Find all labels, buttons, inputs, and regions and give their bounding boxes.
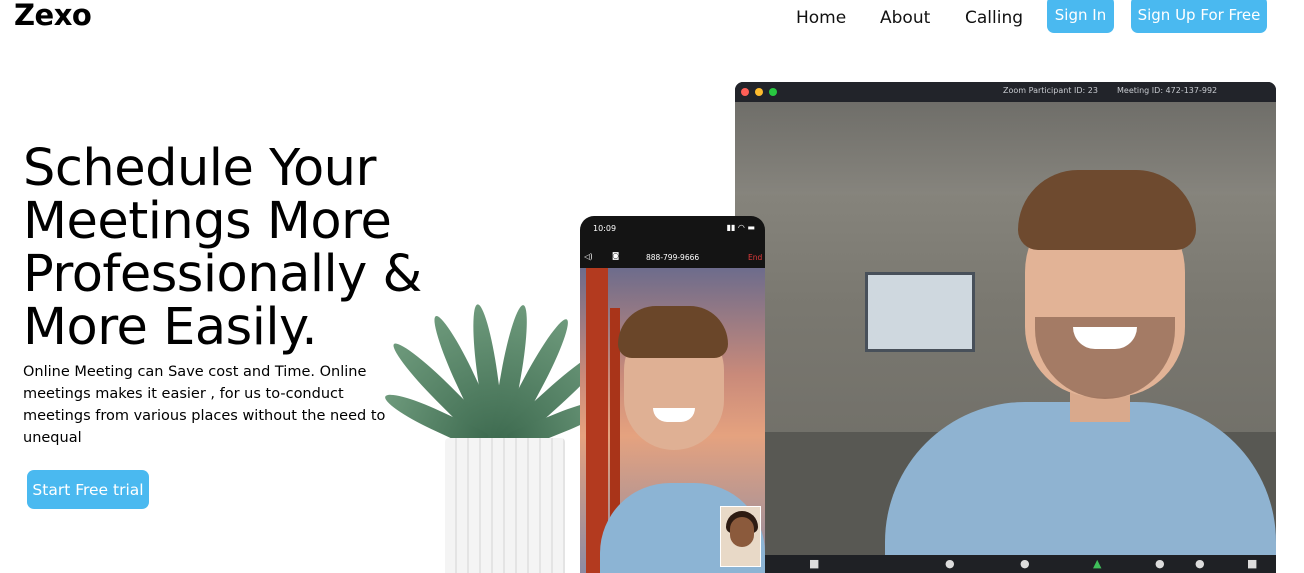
window-title-bar: Zoom Participant ID: 23 Meeting ID: 472-… bbox=[735, 82, 1276, 102]
brand-logo[interactable]: Zexo bbox=[14, 0, 92, 32]
self-view-thumbnail bbox=[720, 506, 761, 567]
phone-participant-hair bbox=[618, 306, 728, 358]
desktop-video-call-image: Zoom Participant ID: 23 Meeting ID: 472-… bbox=[735, 82, 1276, 573]
sign-in-button[interactable]: Sign In bbox=[1047, 0, 1114, 33]
phone-video-call-image: 10:09 ▮▮ ◠ ▬ ◁) ◙ 888-799-9666 End bbox=[580, 216, 765, 573]
reactions-icon: ■ bbox=[1247, 557, 1258, 570]
phone-video-feed bbox=[580, 268, 765, 573]
phone-status-bar: 10:09 ▮▮ ◠ ▬ bbox=[580, 216, 765, 242]
close-window-icon bbox=[741, 88, 749, 96]
meeting-id-text: Meeting ID: 472-137-992 bbox=[1117, 86, 1218, 95]
self-view-face bbox=[730, 517, 754, 547]
video-feed bbox=[735, 102, 1276, 562]
hero-description: Online Meeting can Save cost and Time. O… bbox=[23, 364, 386, 446]
call-toolbar: ■ ● ● ▲ ● ● ■ bbox=[735, 555, 1276, 573]
record-icon: ● bbox=[1195, 557, 1205, 570]
phone-call-bar: ◁) ◙ 888-799-9666 End bbox=[580, 246, 765, 268]
sign-up-button[interactable]: Sign Up For Free bbox=[1131, 0, 1267, 33]
phone-number: 888-799-9666 bbox=[646, 253, 700, 262]
nav-calling-link[interactable]: Calling bbox=[965, 8, 1023, 28]
camera-switch-icon: ◙ bbox=[612, 251, 620, 260]
hero-title: Schedule Your Meetings More Professional… bbox=[23, 139, 422, 357]
potted-plant-image bbox=[381, 260, 616, 573]
participant-id-text: Zoom Participant ID: 23 bbox=[1003, 86, 1098, 95]
participant-hair bbox=[1018, 170, 1196, 250]
phone-time: 10:09 bbox=[593, 224, 617, 233]
video-camera-icon: ■ bbox=[809, 557, 820, 570]
end-call-label: End bbox=[748, 253, 763, 262]
speaker-icon: ◁) bbox=[584, 252, 593, 261]
maximize-window-icon bbox=[769, 88, 777, 96]
minimize-window-icon bbox=[755, 88, 763, 96]
share-screen-icon: ▲ bbox=[1093, 557, 1102, 570]
signal-battery-icon: ▮▮ ◠ ▬ bbox=[726, 223, 755, 232]
plant-pot bbox=[445, 438, 565, 573]
background-monitor bbox=[865, 272, 975, 352]
participants-count-icon: ● bbox=[1020, 557, 1030, 570]
participants-icon: ● bbox=[945, 557, 955, 570]
nav-about-link[interactable]: About bbox=[880, 8, 930, 28]
background-wall bbox=[735, 102, 1276, 194]
participant-shirt bbox=[885, 402, 1276, 562]
start-free-trial-button[interactable]: Start Free trial bbox=[27, 470, 149, 509]
chat-icon: ● bbox=[1155, 557, 1165, 570]
nav-home-link[interactable]: Home bbox=[796, 8, 846, 28]
